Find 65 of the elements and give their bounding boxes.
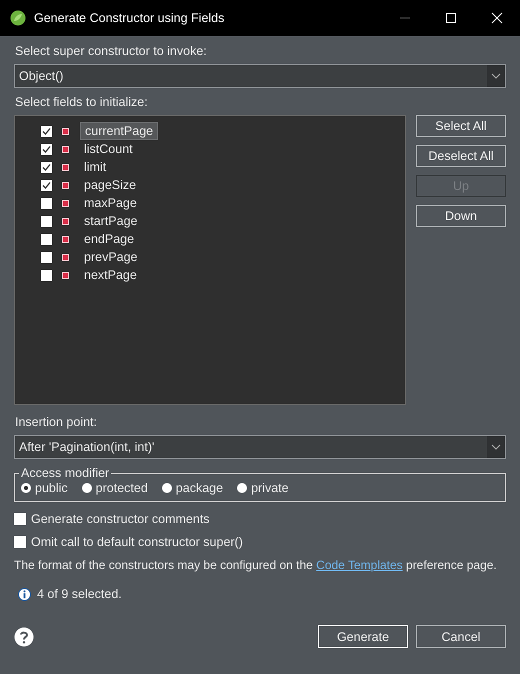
field-icon [62, 272, 69, 278]
dialog-button[interactable]: Generate [318, 625, 408, 648]
leaf-icon [10, 10, 26, 26]
window-title: Generate Constructor using Fields [34, 11, 226, 25]
radio-option[interactable]: public [21, 481, 68, 495]
list-button[interactable]: Down [416, 205, 506, 227]
checkbox[interactable] [41, 162, 52, 172]
radio-option[interactable]: package [162, 481, 224, 495]
radio-label: private [251, 481, 289, 495]
field-item[interactable]: endPage [80, 231, 138, 247]
radio-option[interactable]: protected [82, 481, 148, 495]
checkbox[interactable] [41, 252, 52, 262]
checkbox[interactable] [41, 180, 52, 190]
radio-option[interactable]: private [237, 481, 289, 495]
field-icon [62, 164, 69, 170]
checkbox[interactable] [14, 536, 26, 548]
radio-icon[interactable] [237, 483, 248, 493]
insertion-point-dropdown[interactable]: After 'Pagination(int, int)' [14, 435, 506, 459]
checkbox[interactable] [41, 216, 52, 226]
insertion-point-label: Insertion point: [15, 415, 98, 429]
checkbox-label: Omit call to default constructor super() [31, 535, 243, 549]
radio-label: public [35, 481, 68, 495]
close-icon[interactable] [491, 12, 503, 24]
field-item[interactable]: limit [80, 159, 110, 175]
field-icon [62, 182, 69, 188]
radio-label: protected [96, 481, 148, 495]
code-templates-link[interactable]: Code Templates [316, 558, 403, 572]
info-icon [18, 588, 31, 600]
field-item[interactable]: currentPage [80, 122, 158, 140]
field-item[interactable]: startPage [80, 213, 142, 229]
field-icon [62, 236, 69, 242]
status-text: 4 of 9 selected. [37, 587, 122, 601]
checkbox[interactable] [41, 126, 52, 136]
field-icon [62, 146, 69, 152]
field-icon [62, 218, 69, 224]
radio-icon[interactable] [82, 483, 92, 493]
checkbox[interactable] [41, 270, 52, 280]
checkbox-label: Generate constructor comments [31, 512, 210, 526]
field-icon [62, 254, 69, 260]
field-icon [62, 128, 69, 134]
checkbox[interactable] [41, 234, 52, 244]
chevron-icon [491, 73, 501, 79]
info-text: The format of the constructors may be configured on the Code Templates preference page. [14, 558, 498, 573]
list-button[interactable]: Deselect All [416, 145, 506, 167]
maximize-icon[interactable] [445, 12, 457, 24]
field-item[interactable]: listCount [80, 141, 137, 157]
list-button[interactable]: Select All [416, 115, 506, 137]
super-constructor-label: Select super constructor to invoke: [15, 44, 208, 58]
radio-icon[interactable] [21, 483, 31, 493]
checkbox[interactable] [14, 513, 26, 525]
super-constructor-dropdown[interactable]: Object() [14, 64, 506, 88]
field-item[interactable]: nextPage [80, 267, 141, 283]
field-item[interactable]: prevPage [80, 249, 142, 265]
radio-icon[interactable] [162, 483, 172, 493]
group-title: Access modifier [20, 466, 110, 480]
checkbox[interactable] [41, 198, 52, 208]
field-item[interactable]: pageSize [80, 177, 140, 193]
fields-label: Select fields to initialize: [15, 95, 149, 109]
field-icon [62, 200, 69, 206]
field-item[interactable]: maxPage [80, 195, 141, 211]
radio-label: package [176, 481, 224, 495]
help-icon[interactable] [14, 626, 34, 646]
checkbox[interactable] [41, 144, 52, 154]
chevron-icon [491, 444, 501, 450]
dialog-button[interactable]: Cancel [416, 625, 506, 648]
